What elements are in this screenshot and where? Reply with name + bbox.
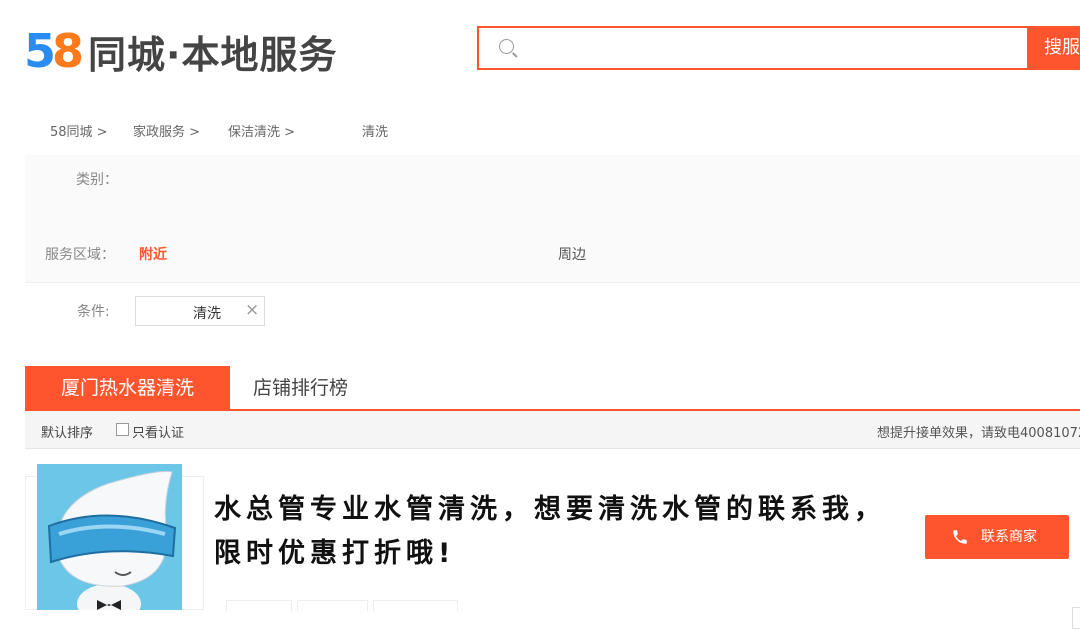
tab-water-heater-cleaning[interactable]: 厦门热水器清洗 xyxy=(25,366,230,411)
tab-store-ranking[interactable]: 店铺排行榜 xyxy=(253,366,348,411)
mascot-avatar[interactable] xyxy=(37,464,182,610)
area-option-surrounding[interactable]: 周边 xyxy=(558,244,586,264)
listing-title[interactable]: 水总管专业水管清洗，想要清洗水管的联系我，限时优惠打折哦! xyxy=(214,488,904,576)
sort-bar: 默认排序 只看认证 想提升接单效果，请致电40081072 xyxy=(25,411,1080,449)
search-button[interactable]: 搜服 xyxy=(1027,26,1080,70)
search-icon xyxy=(499,39,514,54)
breadcrumb-cleaning[interactable]: 保洁清洗 > xyxy=(228,121,295,140)
filter-panel xyxy=(25,155,1080,282)
breadcrumb-home[interactable]: 58同城 > xyxy=(50,121,108,140)
site-logo[interactable]: 5 8 同城·本地服务 xyxy=(24,24,338,78)
checkbox-icon[interactable] xyxy=(116,423,129,436)
filter-divider xyxy=(25,282,1080,283)
listing-tag xyxy=(226,600,292,611)
scroll-top-tab[interactable] xyxy=(1072,607,1080,629)
breadcrumb-current: 清洗 xyxy=(362,125,389,140)
listing-tag xyxy=(373,600,458,611)
logo-digit-8: 8 xyxy=(52,24,85,78)
close-icon[interactable]: × xyxy=(245,300,259,320)
verified-only-label[interactable]: 只看认证 xyxy=(132,422,184,441)
logo-text: 同城·本地服务 xyxy=(88,32,338,77)
contact-merchant-button[interactable]: 联系商家 xyxy=(925,515,1069,559)
condition-label: 条件: xyxy=(77,304,110,320)
area-label: 服务区域： xyxy=(45,247,115,263)
condition-chip[interactable]: 清洗 × xyxy=(135,296,265,326)
promo-text: 想提升接单效果，请致电40081072 xyxy=(877,426,1080,441)
logo-digit-5: 5 xyxy=(24,24,56,78)
area-option-nearby[interactable]: 附近 xyxy=(139,244,167,264)
condition-chip-label: 清洗 xyxy=(193,306,221,322)
contact-merchant-label: 联系商家 xyxy=(981,529,1037,545)
phone-icon xyxy=(953,530,967,544)
search-input[interactable] xyxy=(523,32,1007,66)
search-box[interactable] xyxy=(477,26,1029,70)
listing-tag xyxy=(297,600,368,611)
breadcrumb-housekeeping[interactable]: 家政服务 > xyxy=(133,121,200,140)
sort-default[interactable]: 默认排序 xyxy=(41,422,93,441)
category-label: 类别： xyxy=(76,172,118,188)
